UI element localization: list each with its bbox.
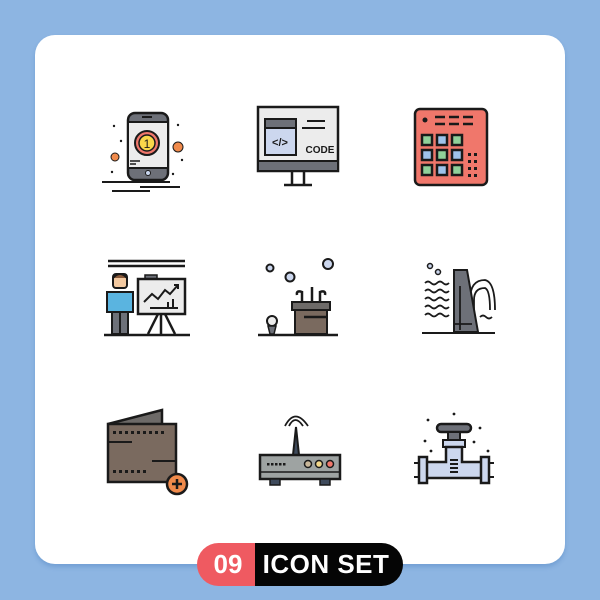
svg-text:1: 1 [144,137,151,151]
drum-pad-icon [390,95,510,195]
dam-icon [390,250,510,350]
pipe-valve-icon [390,400,510,500]
code-label: CODE [306,145,335,156]
icon-set-card: 1 </> CODE [35,35,565,564]
wallet-add-icon [90,400,210,500]
golf-bag-icon [240,250,360,350]
mobile-coin-icon: 1 [90,95,210,195]
presentation-icon [90,250,210,350]
icon-set-badge: 09 ICON SET [197,543,403,586]
svg-text:</>: </> [272,137,288,149]
badge-label: ICON SET [255,543,403,586]
badge-number: 09 [197,543,255,586]
router-icon [240,400,360,500]
code-monitor-icon: </> CODE [240,95,360,195]
